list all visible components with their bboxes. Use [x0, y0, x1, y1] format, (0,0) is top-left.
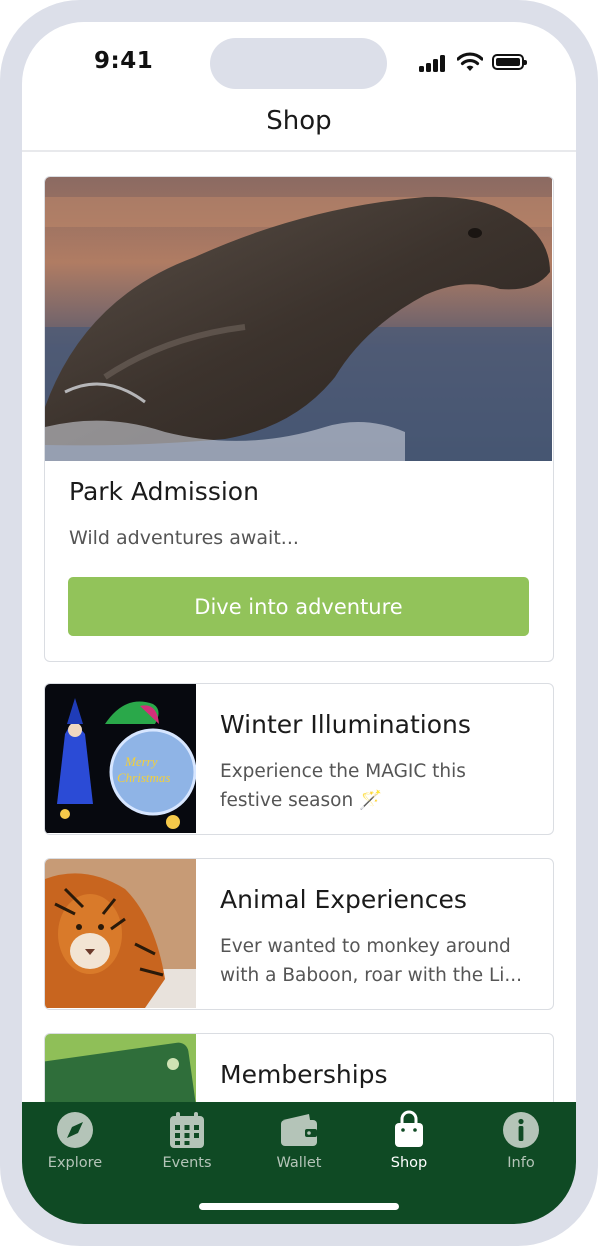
membership-card-photo [45, 1034, 196, 1103]
tab-events[interactable]: Events [142, 1102, 232, 1192]
winter-illuminations-card[interactable]: Merry Christmas Winter Illuminations Exp… [44, 683, 554, 835]
winter-illuminations-description: Experience the MAGIC this festive season… [220, 761, 466, 811]
dynamic-island [210, 38, 387, 89]
page-header: Shop [22, 92, 576, 152]
tab-wallet[interactable]: Wallet [254, 1102, 344, 1192]
shopping-bag-icon [395, 1110, 423, 1147]
dive-into-adventure-button[interactable]: Dive into adventure [68, 577, 529, 636]
compass-icon [57, 1112, 93, 1148]
memberships-title: Memberships [220, 1060, 388, 1089]
phone-screen: 9:41 Shop Park Admission Wild adventures… [22, 22, 576, 1224]
tab-info[interactable]: Info [476, 1102, 566, 1192]
park-admission-title: Park Admission [69, 477, 259, 506]
svg-text:Merry: Merry [124, 754, 158, 769]
tab-explore[interactable]: Explore [30, 1102, 120, 1192]
park-admission-card[interactable]: Park Admission Wild adventures await... … [44, 176, 554, 662]
park-admission-subtitle: Wild adventures await... [69, 527, 299, 549]
page-title: Shop [266, 106, 332, 136]
sea-lion-photo [45, 177, 552, 461]
shop-content[interactable]: Park Admission Wild adventures await... … [22, 153, 576, 1103]
animal-experiences-card[interactable]: Animal Experiences Ever wanted to monkey… [44, 858, 554, 1010]
info-icon [503, 1112, 539, 1148]
memberships-card[interactable]: Memberships [44, 1033, 554, 1103]
battery-icon [492, 54, 527, 70]
tab-bar: Explore Events Wallet Shop Info [22, 1102, 576, 1224]
calendar-icon [170, 1112, 204, 1148]
status-time: 9:41 [94, 48, 154, 74]
tab-shop[interactable]: Shop [364, 1102, 454, 1192]
cellular-signal-icon [419, 55, 447, 72]
winter-illuminations-title: Winter Illuminations [220, 710, 471, 739]
tiger-photo [45, 859, 196, 1008]
home-indicator[interactable] [199, 1203, 399, 1210]
wallet-icon [281, 1114, 317, 1146]
lantern-santa-photo: Merry Christmas [45, 684, 196, 833]
wifi-icon [457, 52, 483, 71]
animal-experiences-title: Animal Experiences [220, 885, 467, 914]
animal-experiences-description: Ever wanted to monkey around with a Babo… [220, 936, 523, 986]
svg-text:Christmas: Christmas [117, 770, 170, 785]
